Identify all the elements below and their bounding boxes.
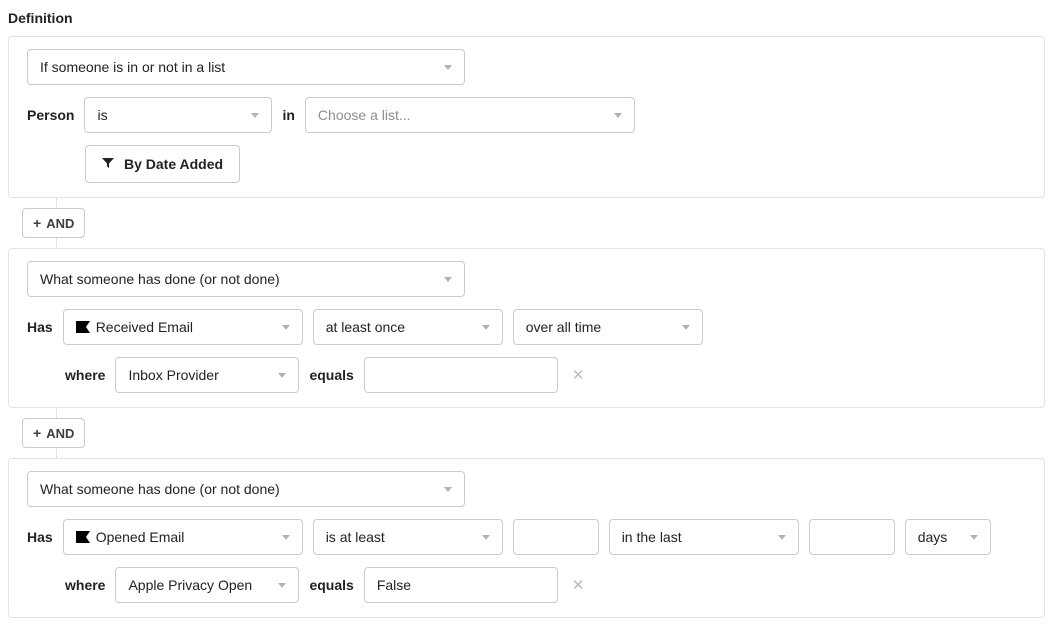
event-name: Received Email <box>96 319 193 335</box>
timeframe-text: over all time <box>526 319 601 335</box>
person-label: Person <box>27 107 74 123</box>
list-placeholder: Choose a list... <box>318 107 411 123</box>
value-input[interactable] <box>364 357 558 393</box>
chevron-down-icon <box>282 535 290 540</box>
chevron-down-icon <box>251 113 259 118</box>
time-unit-text: days <box>918 529 948 545</box>
chevron-down-icon <box>444 277 452 282</box>
chevron-down-icon <box>482 535 490 540</box>
chevron-down-icon <box>278 373 286 378</box>
flag-icon <box>76 321 90 333</box>
condition-type-select[interactable]: What someone has done (or not done) <box>27 261 465 297</box>
person-operator-select[interactable]: is <box>84 97 272 133</box>
chevron-down-icon <box>482 325 490 330</box>
chevron-down-icon <box>282 325 290 330</box>
list-select[interactable]: Choose a list... <box>305 97 635 133</box>
event-text: Received Email <box>76 319 193 335</box>
where-label: where <box>65 367 105 383</box>
remove-filter-button[interactable]: ✕ <box>568 576 589 594</box>
frequency-text: is at least <box>326 529 385 545</box>
chevron-down-icon <box>614 113 622 118</box>
definition-label: Definition <box>8 10 1045 26</box>
time-unit-select[interactable]: days <box>905 519 991 555</box>
property-text: Inbox Provider <box>128 367 218 383</box>
and-label: AND <box>46 426 74 441</box>
property-text: Apple Privacy Open <box>128 577 252 593</box>
chevron-down-icon <box>444 487 452 492</box>
chevron-down-icon <box>682 325 690 330</box>
and-label: AND <box>46 216 74 231</box>
plus-icon: + <box>33 216 41 230</box>
flag-icon <box>76 531 90 543</box>
event-select[interactable]: Received Email <box>63 309 303 345</box>
count-input[interactable] <box>513 519 599 555</box>
by-date-added-label: By Date Added <box>124 156 223 172</box>
condition-type-text: What someone has done (or not done) <box>40 271 280 287</box>
condition-type-text: If someone is in or not in a list <box>40 59 225 75</box>
chevron-down-icon <box>970 535 978 540</box>
by-date-added-button[interactable]: By Date Added <box>85 145 240 183</box>
connector-1: + AND <box>8 198 1045 248</box>
condition-block-1: If someone is in or not in a list Person… <box>8 36 1045 198</box>
chevron-down-icon <box>778 535 786 540</box>
event-select[interactable]: Opened Email <box>63 519 303 555</box>
has-label: Has <box>27 529 53 545</box>
filter-icon <box>102 157 114 171</box>
condition-type-select[interactable]: If someone is in or not in a list <box>27 49 465 85</box>
frequency-text: at least once <box>326 319 405 335</box>
event-name: Opened Email <box>96 529 185 545</box>
time-value-input[interactable] <box>809 519 895 555</box>
equals-label: equals <box>309 367 353 383</box>
and-button[interactable]: + AND <box>22 208 85 238</box>
value-text: False <box>377 577 411 593</box>
event-text: Opened Email <box>76 529 185 545</box>
and-button[interactable]: + AND <box>22 418 85 448</box>
timeframe-select[interactable]: over all time <box>513 309 703 345</box>
remove-filter-button[interactable]: ✕ <box>568 366 589 384</box>
where-label: where <box>65 577 105 593</box>
timeframe-text: in the last <box>622 529 682 545</box>
condition-type-text: What someone has done (or not done) <box>40 481 280 497</box>
condition-block-3: What someone has done (or not done) Has … <box>8 458 1045 618</box>
frequency-select[interactable]: at least once <box>313 309 503 345</box>
chevron-down-icon <box>278 583 286 588</box>
connector-2: + AND <box>8 408 1045 458</box>
in-label: in <box>282 107 294 123</box>
equals-label: equals <box>309 577 353 593</box>
person-operator-text: is <box>97 107 107 123</box>
property-select[interactable]: Inbox Provider <box>115 357 299 393</box>
has-label: Has <box>27 319 53 335</box>
value-input[interactable]: False <box>364 567 558 603</box>
condition-type-select[interactable]: What someone has done (or not done) <box>27 471 465 507</box>
plus-icon: + <box>33 426 41 440</box>
chevron-down-icon <box>444 65 452 70</box>
property-select[interactable]: Apple Privacy Open <box>115 567 299 603</box>
condition-block-2: What someone has done (or not done) Has … <box>8 248 1045 408</box>
timeframe-select[interactable]: in the last <box>609 519 799 555</box>
frequency-select[interactable]: is at least <box>313 519 503 555</box>
